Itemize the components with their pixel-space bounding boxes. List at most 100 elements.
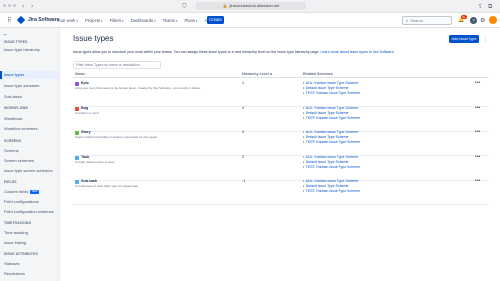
settings-sidebar: ← ISSUE TYPES Issue type hierarchy Issue… [0, 28, 60, 281]
chevron-down-icon: ▾ [176, 19, 178, 23]
sidebar-item-field-configurations[interactable]: Field configurations [0, 198, 59, 206]
brand-name[interactable]: Jira Software [28, 17, 59, 24]
more-icon[interactable]: ••• [475, 81, 480, 86]
avatar[interactable] [489, 16, 497, 24]
table-row[interactable]: Epic A big user story that needs to be br… [73, 81, 489, 107]
scheme-link[interactable]: • TEST: Kanban Issue Type Scheme [303, 189, 360, 194]
sidebar-item-field-configuration-schemes[interactable]: Field configuration schemes [0, 208, 59, 216]
scheme-link[interactable]: • TEST: Kanban Issue Type Scheme [303, 140, 360, 145]
more-icon[interactable]: ••• [475, 130, 480, 135]
nav-filters[interactable]: Filters▾ [110, 17, 124, 25]
sidebar-item-workflows[interactable]: Workflows [0, 115, 59, 123]
sidebar-item-workflow-schemes[interactable]: Workflow schemes [0, 125, 59, 133]
bullet-icon: • [303, 179, 305, 183]
chevron-down-icon: ▾ [154, 19, 156, 23]
sidebar-header: ISSUE TYPES [4, 40, 28, 44]
shield-icon[interactable]: ⛉ [182, 3, 187, 10]
issue-type-description: A problem or error. [75, 110, 100, 115]
hierarchy-level: 0 [242, 130, 245, 134]
nav-label: Dashboards [130, 18, 154, 23]
bullet-icon: • [303, 91, 305, 95]
table-row[interactable]: Sub-task A small piece of work that's par… [73, 179, 489, 205]
back-arrow-icon[interactable]: ← [4, 32, 9, 37]
jira-logo-icon[interactable] [16, 15, 26, 25]
back-icon[interactable]: ‹ [22, 3, 24, 10]
forward-icon[interactable]: › [31, 3, 33, 10]
bullet-icon: • [303, 86, 305, 90]
hierarchy-level: 1 [242, 81, 245, 85]
bullet-icon: • [303, 110, 305, 115]
sidebar-item-screen-schemes[interactable]: Screen schemes [0, 157, 59, 165]
table-row[interactable]: Story Stories track functionality or feat… [73, 130, 489, 156]
create-button[interactable]: Create [207, 16, 224, 24]
bullet-icon: • [303, 184, 305, 188]
browser-toolbar: ‹ › ⛉ 🔒 jiracorebasedo.atlassian.net ⇪ ⧉ [0, 0, 500, 13]
tabs-icon[interactable]: ⧉ [488, 3, 492, 10]
nav-label: Teams [162, 18, 176, 23]
scheme-link[interactable]: • TEST: Kanban Issue Type Scheme [303, 91, 360, 96]
nav-dashboards[interactable]: Dashboards▾ [131, 17, 156, 25]
scheme-label: Default Issue Type Scheme [305, 135, 349, 139]
sidebar-item-issue-type-hierarchy[interactable]: Issue type hierarchy [0, 46, 59, 54]
more-actions-icon[interactable]: ⋮ [482, 35, 489, 43]
sidebar-item-issue-linking[interactable]: Issue linking [0, 239, 59, 247]
bullet-icon: • [303, 189, 305, 193]
scheme-label: TEST: Kanban Issue Type Scheme [305, 140, 360, 144]
related-schemes: • AUL: Kanban Issue Type Scheme • Default I… [303, 106, 360, 121]
table-row[interactable]: Bug A problem or error. 0 • AUL: Kanban Issu… [73, 105, 489, 132]
sidebar-item-time-tracking[interactable]: Time tracking [0, 229, 59, 237]
sidebar-item-issue-type-schemes[interactable]: Issue type schemes [0, 82, 59, 90]
sidebar-header: ISSUE ATTRIBUTES [4, 252, 38, 256]
more-icon[interactable]: ••• [475, 154, 480, 160]
share-icon[interactable]: ⇪ [478, 3, 483, 10]
nav-teams[interactable]: Teams▾ [163, 17, 178, 25]
window-controls[interactable] [3, 4, 16, 7]
issue-type-description: Stories track functionality or features … [75, 135, 158, 139]
scheme-label: AUL: Kanban Issue Type Scheme [305, 179, 359, 183]
nav-projects[interactable]: Projects▾ [85, 17, 103, 25]
sidebar-item-issue-type-screen-schemes[interactable]: Issue type screen schemes [0, 167, 59, 175]
scheme-label: AUL: Kanban Issue Type Scheme [305, 81, 359, 85]
nav-your-work[interactable]: Your work▾ [57, 17, 78, 25]
more-icon[interactable]: ••• [475, 105, 480, 111]
bullet-icon: • [303, 115, 305, 120]
table-header-divider [73, 77, 489, 78]
scheme-link[interactable]: • TEST: Kanban Issue Type Scheme [303, 165, 360, 170]
learn-more-link[interactable]: Learn more about issue types in Jira Sof… [321, 50, 395, 54]
related-schemes: • AUL: Kanban Issue Type Scheme • Default I… [303, 155, 360, 170]
scheme-label: TEST: Kanban Issue Type Scheme [305, 115, 360, 120]
related-schemes: • AUL: Kanban Issue Type Scheme • Default I… [303, 179, 360, 194]
nav-plans[interactable]: Plans▾ [185, 17, 198, 25]
more-icon[interactable]: ••• [475, 179, 480, 184]
scheme-link[interactable]: • TEST: Kanban Issue Type Scheme [303, 116, 360, 121]
sidebar-item-sub-tasks[interactable]: Sub-tasks [0, 93, 59, 101]
sidebar-item-custom-fields[interactable]: Custom fields NEW [0, 188, 59, 196]
description-text: Issue types allow you to structure your … [73, 50, 320, 54]
add-issue-type-button[interactable]: Add issue type [449, 35, 479, 43]
chevron-down-icon: ▾ [76, 19, 78, 23]
address-bar[interactable]: 🔒 jiracorebasedo.atlassian.net [196, 2, 306, 10]
app-switcher-icon[interactable]: ⠿ [7, 17, 11, 24]
nav-label: Plans [184, 18, 196, 23]
scheme-label: Default Issue Type Scheme [305, 110, 349, 115]
search-input[interactable]: ⌕ Search [402, 16, 452, 25]
bullet-icon: • [303, 130, 305, 134]
scheme-label: TEST: Kanban Issue Type Scheme [305, 164, 360, 169]
bullet-icon: • [303, 135, 305, 139]
hierarchy-level: 0 [242, 154, 245, 159]
column-label: Hierarchy Level [242, 72, 269, 76]
jira-top-nav: ⠿ Jira Software Your work▾ Projects▾ Fil… [0, 13, 500, 28]
sidebar-item-screens[interactable]: Screens [0, 147, 59, 155]
sidebar-item-statuses[interactable]: Statuses [0, 260, 59, 268]
sidebar-item-resolutions[interactable]: Resolutions [0, 270, 59, 278]
bullet-icon: • [303, 140, 305, 144]
scheme-label: TEST: Kanban Issue Type Scheme [305, 91, 360, 95]
help-icon[interactable]: ? [470, 17, 477, 24]
table-row[interactable]: Task A small, distinct piece of work. 0 • AU… [73, 154, 489, 181]
scheme-label: Default Issue Type Scheme [305, 159, 349, 164]
gear-icon[interactable]: ⚙ [480, 17, 485, 24]
scheme-label: AUL: Kanban Issue Type Scheme [305, 154, 359, 159]
issue-type-description: A small, distinct piece of work. [75, 159, 116, 164]
sidebar-item-issue-types[interactable]: Issue types [0, 71, 59, 79]
filter-input[interactable]: Filter Issue Types by name or descriptio… [73, 61, 161, 69]
